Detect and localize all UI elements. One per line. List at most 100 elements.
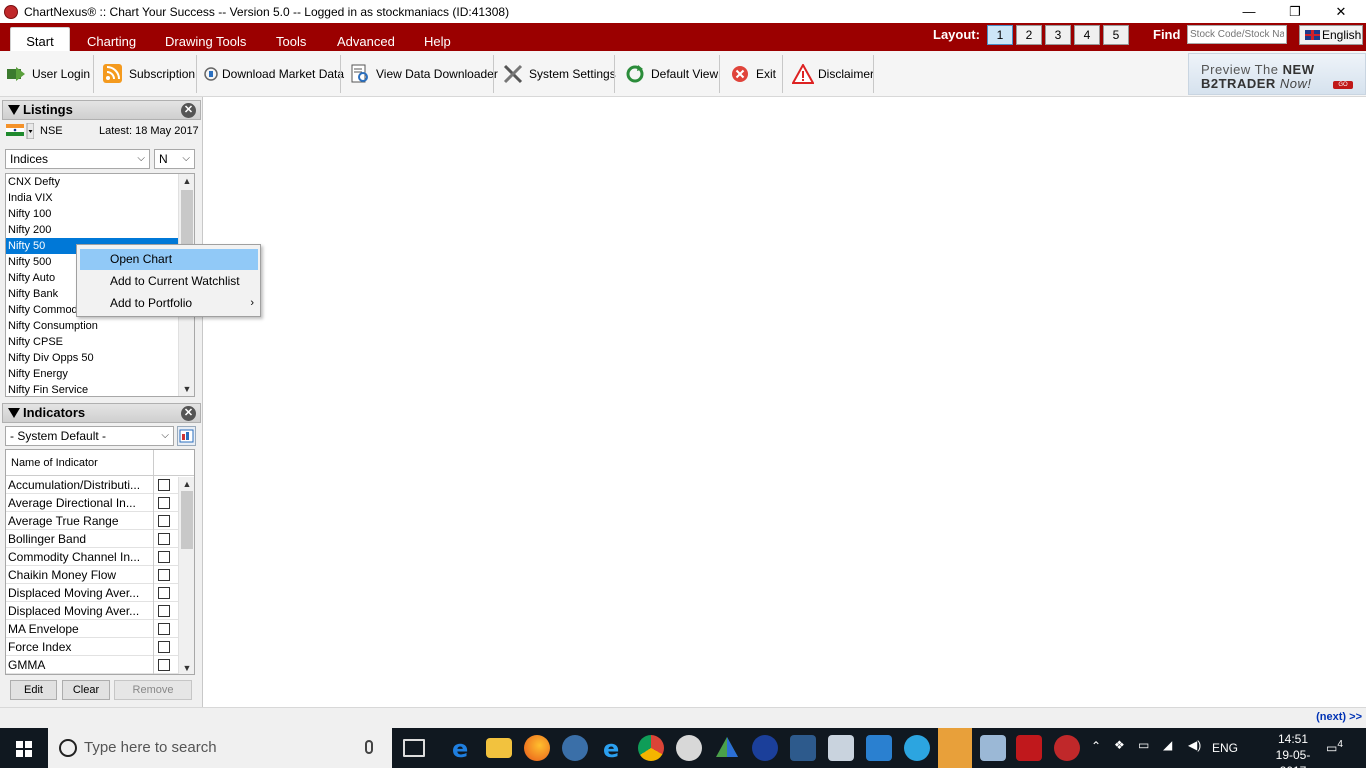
tab-advanced[interactable]: Advanced (337, 33, 395, 51)
edge-icon[interactable]: e (449, 735, 475, 763)
view-data-downloader-button[interactable]: View Data Downloader (350, 55, 498, 93)
firefox-icon[interactable] (524, 735, 550, 761)
table-row[interactable]: Accumulation/Distributi... (6, 476, 194, 494)
scroll-down-icon[interactable]: ▼ (179, 661, 194, 674)
show-hidden-icons-icon[interactable]: ⌃ (1091, 739, 1101, 753)
notifications-icon[interactable]: ▭4 (1326, 739, 1343, 755)
moon-app-icon[interactable] (752, 735, 778, 761)
indicators-scrollbar[interactable]: ▲ ▼ (178, 477, 194, 674)
indicator-checkbox[interactable] (158, 551, 170, 563)
disclaimer-button[interactable]: Disclaimer (791, 55, 874, 93)
banner-go-button[interactable]: GO (1333, 81, 1353, 89)
user-login-button[interactable]: User Login (6, 55, 90, 93)
list-item[interactable]: Nifty Fin Service (6, 382, 194, 396)
telegram-icon[interactable] (904, 735, 930, 761)
table-row[interactable]: Displaced Moving Aver... (6, 602, 194, 620)
table-row[interactable]: GMMA (6, 656, 194, 674)
ie-icon[interactable]: e (600, 735, 626, 763)
scroll-up-icon[interactable]: ▲ (179, 174, 194, 188)
indicator-checkbox[interactable] (158, 587, 170, 599)
layout-5-button[interactable]: 5 (1103, 25, 1129, 45)
tab-start[interactable]: Start (10, 27, 70, 51)
indicator-checkbox[interactable] (158, 569, 170, 581)
indicator-checkbox[interactable] (158, 479, 170, 491)
exit-button[interactable]: Exit (730, 55, 776, 93)
indicator-checkbox[interactable] (158, 605, 170, 617)
scroll-up-icon[interactable]: ▲ (179, 477, 194, 491)
edit-button[interactable]: Edit (10, 680, 57, 700)
remote-desktop-icon[interactable] (828, 735, 854, 761)
drive-icon[interactable] (714, 735, 740, 761)
close-indicators-icon[interactable]: ✕ (181, 406, 196, 421)
list-item[interactable]: India VIX (6, 190, 194, 206)
table-row[interactable]: Force Index (6, 638, 194, 656)
remove-button[interactable]: Remove (114, 680, 192, 700)
list-item[interactable]: Nifty 100 (6, 206, 194, 222)
indicator-checkbox[interactable] (158, 497, 170, 509)
layout-1-button[interactable]: 1 (987, 25, 1013, 45)
list-item[interactable]: Nifty CPSE (6, 334, 194, 350)
language-indicator[interactable]: ENG (1212, 741, 1238, 755)
table-row[interactable]: Bollinger Band (6, 530, 194, 548)
control-panel-icon[interactable] (866, 735, 892, 761)
microphone-icon[interactable] (365, 740, 373, 754)
table-row[interactable]: Chaikin Money Flow (6, 566, 194, 584)
close-listings-icon[interactable]: ✕ (181, 103, 196, 118)
indicator-checkbox[interactable] (158, 641, 170, 653)
close-button[interactable]: ✕ (1318, 0, 1364, 23)
tab-charting[interactable]: Charting (87, 33, 136, 51)
file-explorer-icon[interactable] (486, 738, 512, 758)
collapse-triangle-icon[interactable] (8, 105, 20, 115)
find-input[interactable] (1187, 25, 1287, 44)
indicator-preset-select[interactable]: - System Default - ⌵ (5, 426, 174, 446)
table-row[interactable]: Displaced Moving Aver... (6, 584, 194, 602)
menu-item-add-to-portfolio[interactable]: Add to Portfolio › (80, 293, 258, 314)
next-link[interactable]: (next) >> (1316, 711, 1362, 723)
scroll-thumb[interactable] (181, 491, 193, 549)
indicator-checkbox[interactable] (158, 533, 170, 545)
clear-button[interactable]: Clear (62, 680, 110, 700)
listings-header[interactable]: Listings ✕ (2, 100, 201, 120)
tab-tools[interactable]: Tools (276, 33, 306, 51)
menu-item-add-to-watchlist[interactable]: Add to Current Watchlist (80, 271, 258, 292)
list-item[interactable]: Nifty Energy (6, 366, 194, 382)
battery-icon[interactable]: ▭ (1138, 738, 1149, 752)
layout-4-button[interactable]: 4 (1074, 25, 1100, 45)
collapse-triangle-icon[interactable] (8, 408, 20, 418)
system-settings-button[interactable]: System Settings (503, 55, 616, 93)
scroll-down-icon[interactable]: ▼ (179, 382, 194, 396)
menu-item-open-chart[interactable]: Open Chart (80, 249, 258, 270)
table-row[interactable]: Average True Range (6, 512, 194, 530)
app-gear-icon[interactable] (790, 735, 816, 761)
b2trader-banner[interactable]: Preview The NEW B2TRADER Now! GO (1188, 53, 1366, 95)
language-button[interactable]: English (1299, 25, 1363, 45)
listing-type-select[interactable]: Indices ⌵ (5, 149, 150, 169)
chartnexus-icon[interactable] (1054, 735, 1080, 761)
layout-2-button[interactable]: 2 (1016, 25, 1042, 45)
taskbar-search[interactable]: Type here to search (48, 728, 392, 768)
sort-select[interactable]: N ⌵ (154, 149, 195, 169)
layout-3-button[interactable]: 3 (1045, 25, 1071, 45)
restore-button[interactable]: ❐ (1272, 0, 1318, 23)
volume-icon[interactable]: ◀) (1188, 738, 1201, 752)
table-row[interactable]: MA Envelope (6, 620, 194, 638)
tab-help[interactable]: Help (424, 33, 451, 51)
indicator-settings-button[interactable] (177, 426, 196, 446)
exchange-flag-dropdown[interactable] (6, 122, 35, 140)
chartnexus-taskbar-active-icon[interactable] (938, 728, 972, 768)
download-market-data-button[interactable]: Download Market Data (204, 55, 344, 93)
tab-drawing-tools[interactable]: Drawing Tools (165, 33, 246, 51)
indicator-checkbox[interactable] (158, 515, 170, 527)
notepad-icon[interactable] (980, 735, 1006, 761)
chrome-icon[interactable] (638, 735, 664, 761)
dropbox-icon[interactable]: ❖ (1114, 738, 1125, 752)
list-item[interactable]: Nifty Consumption (6, 318, 194, 334)
indicators-header[interactable]: Indicators ✕ (2, 403, 201, 423)
subscription-button[interactable]: Subscription (103, 55, 195, 93)
table-row[interactable]: Commodity Channel In... (6, 548, 194, 566)
filezilla-icon[interactable] (1016, 735, 1042, 761)
minimize-button[interactable]: — (1226, 0, 1272, 23)
start-button[interactable] (0, 728, 48, 768)
app-bird-icon[interactable] (562, 735, 588, 761)
list-item[interactable]: Nifty 200 (6, 222, 194, 238)
